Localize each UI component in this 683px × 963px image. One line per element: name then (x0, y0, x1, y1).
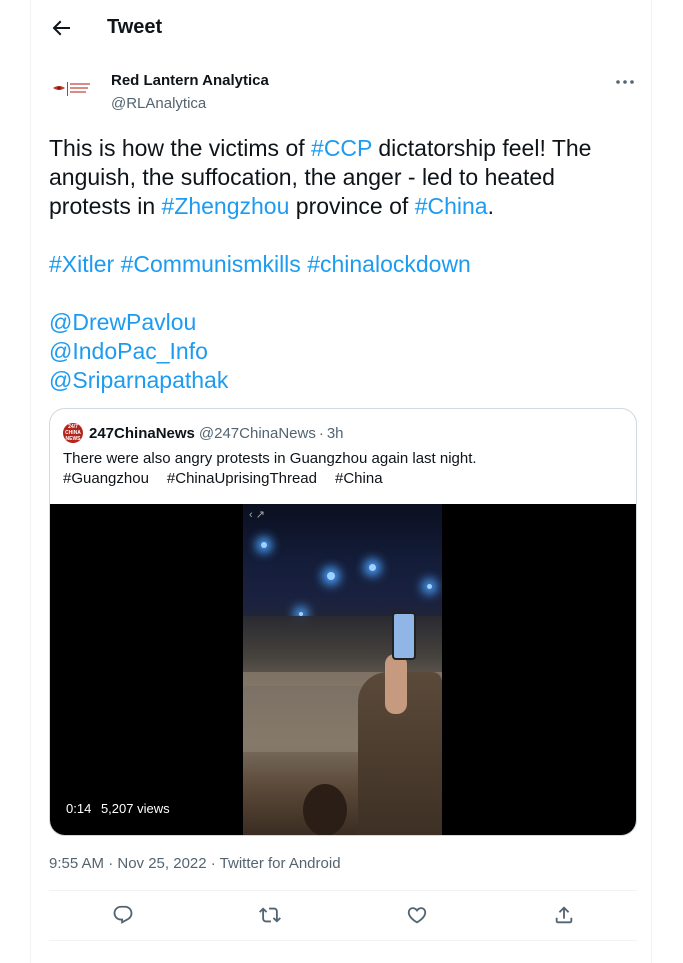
video-views: 5,207 views (100, 801, 170, 816)
like-button[interactable] (406, 904, 428, 926)
quote-hashtags: #Guangzhou #ChinaUprisingThread #China (63, 469, 623, 489)
share-button[interactable] (553, 904, 575, 926)
video-player[interactable]: ‹ ↗ 0:14 5,207 views (50, 504, 636, 835)
hashtag-link[interactable]: #CCP (311, 135, 372, 161)
avatar[interactable] (49, 66, 97, 114)
tweet-text: This is how the victims of #CCP dictator… (49, 134, 629, 395)
hashtag-link[interactable]: #Zhengzhou (162, 193, 290, 219)
raised-arm (385, 654, 407, 714)
header: Tweet (31, 0, 651, 58)
red-lantern-logo (53, 82, 90, 96)
reply-button[interactable] (112, 904, 134, 926)
text-segment: province of (289, 193, 415, 219)
separator: · (318, 424, 324, 442)
quote-hashtag: #Guangzhou (63, 470, 149, 487)
mention-link[interactable]: @DrewPavlou (49, 309, 196, 335)
quote-author-handle: @247ChinaNews (198, 424, 316, 442)
more-horizontal-icon[interactable] (613, 70, 637, 94)
hashtag-link[interactable]: #chinalockdown (307, 251, 471, 277)
reply-icon (113, 905, 132, 924)
stage-light (427, 584, 432, 589)
stage-light (369, 564, 376, 571)
video-frame[interactable]: ‹ ↗ (243, 504, 442, 835)
author-name[interactable]: Red Lantern Analytica (111, 72, 269, 89)
video-back-icon: ‹ ↗ (249, 509, 265, 521)
hashtag-link[interactable]: #Communismkills (121, 251, 301, 277)
quote-avatar: 24/7 CHINA NEWS (63, 423, 83, 443)
quote-header: 24/7 CHINA NEWS 247ChinaNews @247ChinaNe… (63, 423, 344, 443)
video-duration: 0:14 (66, 801, 92, 816)
phone (392, 612, 416, 660)
stage-light (261, 542, 267, 548)
mention-link[interactable]: @Sriparnapathak (49, 367, 228, 393)
stage-light (327, 572, 335, 580)
action-bar (49, 892, 637, 938)
retweet-icon (258, 907, 281, 923)
text-segment: This is how the victims of (49, 135, 312, 161)
hashtag-link[interactable]: #China (415, 193, 488, 219)
quote-text: There were also angry protests in Guangz… (63, 449, 623, 489)
tweet-paragraph: This is how the victims of #CCP dictator… (49, 134, 629, 221)
divider (49, 890, 637, 891)
hashtag-link[interactable]: #Xitler (49, 251, 114, 277)
tweet-meta: 9:55 AM · Nov 25, 2022 · Twitter for And… (49, 855, 341, 872)
quote-avatar-text: 24/7 CHINA NEWS (65, 424, 81, 442)
video-stats: 0:14 5,207 views (66, 801, 176, 816)
quote-hashtag: #ChinaUprisingThread (166, 470, 317, 487)
page-title: Tweet (107, 16, 163, 38)
quote-hashtag: #China (335, 470, 383, 487)
quote-author-name: 247ChinaNews (89, 424, 195, 442)
heart-icon (407, 907, 426, 924)
foreground-head (303, 784, 347, 835)
author-handle[interactable]: @RLAnalytica (111, 95, 206, 112)
retweet-button[interactable] (258, 904, 281, 926)
text-segment: . (487, 193, 494, 219)
hashtag-line: #Xitler #Communismkills #chinalockdown (49, 250, 629, 279)
quote-timestamp: 3h (326, 424, 344, 442)
divider (49, 940, 637, 941)
quote-sentence: There were also angry protests in Guangz… (63, 450, 477, 467)
quoted-tweet[interactable]: 24/7 CHINA NEWS 247ChinaNews @247ChinaNe… (49, 408, 637, 836)
arrow-left-icon[interactable] (49, 16, 73, 40)
mention-link[interactable]: @IndoPac_Info (49, 338, 208, 364)
tweet-column: Tweet Red Lantern Analytica @RLAnalytica… (30, 0, 652, 963)
share-icon (555, 906, 572, 924)
